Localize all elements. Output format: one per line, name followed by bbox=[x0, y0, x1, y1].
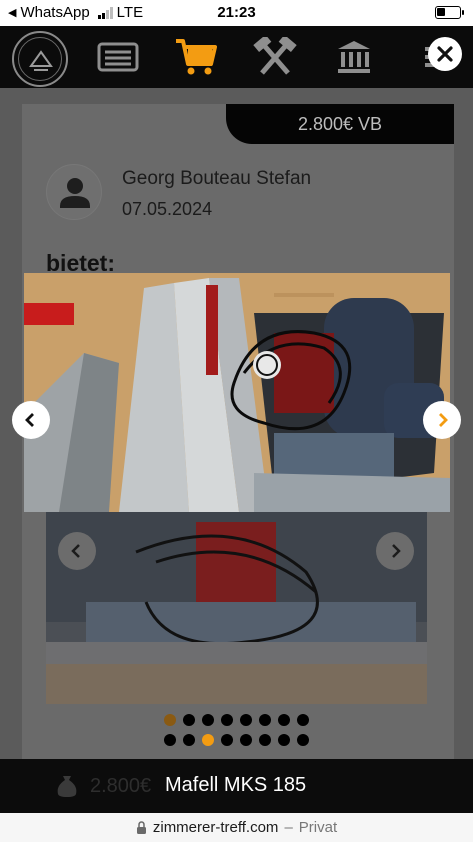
carousel-dot[interactable] bbox=[259, 734, 271, 746]
chevron-right-icon bbox=[439, 413, 448, 427]
price-tag: 2.800€ VB bbox=[226, 104, 454, 144]
site-nav bbox=[0, 26, 473, 88]
bottom-price: 2.800€ bbox=[90, 775, 152, 797]
avatar bbox=[46, 164, 102, 220]
bank-icon[interactable] bbox=[330, 33, 378, 81]
bottom-bar: 2.800€ Mafell MKS 185 bbox=[0, 759, 473, 813]
close-icon bbox=[437, 46, 453, 62]
chevron-left-icon bbox=[25, 413, 34, 427]
chevron-right-icon bbox=[392, 544, 401, 558]
carousel-dot[interactable] bbox=[202, 714, 214, 726]
carousel-dot[interactable] bbox=[259, 714, 271, 726]
carousel-dot[interactable] bbox=[202, 734, 214, 746]
status-bar: ◀ WhatsApp LTE 21:23 bbox=[0, 0, 473, 26]
carousel-dot[interactable] bbox=[164, 714, 176, 726]
lightbox-next-button[interactable] bbox=[423, 401, 461, 439]
user-icon bbox=[60, 178, 90, 208]
carousel-dot[interactable] bbox=[183, 714, 195, 726]
listing-date: 07.05.2024 bbox=[122, 199, 213, 219]
lock-icon bbox=[136, 821, 146, 834]
battery-icon bbox=[435, 6, 464, 19]
carousel-dot[interactable] bbox=[240, 714, 252, 726]
gallery-dots bbox=[0, 714, 473, 726]
carousel-dot[interactable] bbox=[240, 734, 252, 746]
money-bag-icon bbox=[57, 776, 77, 797]
private-label: Privat bbox=[298, 819, 338, 836]
carousel-dot[interactable] bbox=[221, 734, 233, 746]
cart-icon[interactable] bbox=[172, 33, 220, 81]
seller-name[interactable]: Georg Bouteau Stefan bbox=[122, 168, 311, 190]
lightbox-photo[interactable] bbox=[24, 273, 450, 512]
carousel-dot[interactable] bbox=[297, 734, 309, 746]
chevron-left-icon bbox=[71, 544, 80, 558]
bottom-title: Mafell MKS 185 bbox=[165, 774, 307, 796]
status-time: 21:23 bbox=[217, 4, 256, 21]
hammers-icon[interactable] bbox=[251, 33, 299, 81]
lightbox-close-button[interactable] bbox=[428, 37, 462, 71]
carousel-dot[interactable] bbox=[278, 714, 290, 726]
gallery-photo[interactable] bbox=[46, 512, 427, 704]
carousel-dot[interactable] bbox=[221, 714, 233, 726]
url-domain[interactable]: zimmerer-treff.com bbox=[153, 819, 279, 836]
logo-icon[interactable] bbox=[12, 31, 68, 87]
carousel-dot[interactable] bbox=[297, 714, 309, 726]
gallery-prev-button[interactable] bbox=[58, 532, 96, 570]
lightbox-prev-button[interactable] bbox=[12, 401, 50, 439]
battery-level bbox=[437, 8, 445, 16]
logo-emblem bbox=[18, 37, 62, 81]
carousel-dot[interactable] bbox=[183, 734, 195, 746]
gallery-next-button[interactable] bbox=[376, 532, 414, 570]
browser-url-bar[interactable]: zimmerer-treff.com – Privat bbox=[0, 813, 473, 842]
url-separator: – bbox=[284, 819, 293, 836]
carousel-dot[interactable] bbox=[278, 734, 290, 746]
carousel-dot[interactable] bbox=[164, 734, 176, 746]
lightbox-dots bbox=[0, 734, 473, 746]
list-icon[interactable] bbox=[94, 33, 142, 81]
